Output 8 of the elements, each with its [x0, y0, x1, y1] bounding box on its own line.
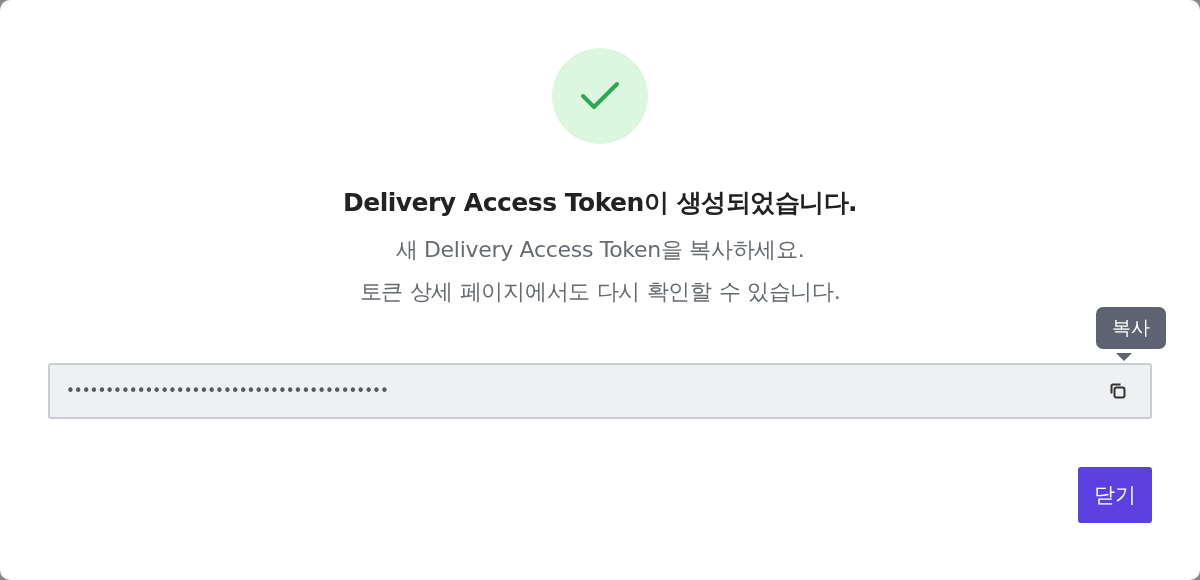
dialog-message: 토큰 상세 페이지에서도 다시 확인할 수 있습니다. [359, 278, 841, 306]
dialog-message: 새 Delivery Access Token을 복사하세요. [395, 236, 805, 264]
close-button[interactable]: 닫기 [1078, 467, 1152, 523]
tooltip-arrow [1116, 353, 1132, 361]
dialog-title: Delivery Access Token이 생성되었습니다. [342, 187, 858, 219]
copy-tooltip: 복사 [1096, 307, 1166, 349]
token-field[interactable]: ••••••••••••••••••••••••••••••••••••••••• [48, 363, 1152, 419]
checkmark-icon [580, 81, 620, 111]
